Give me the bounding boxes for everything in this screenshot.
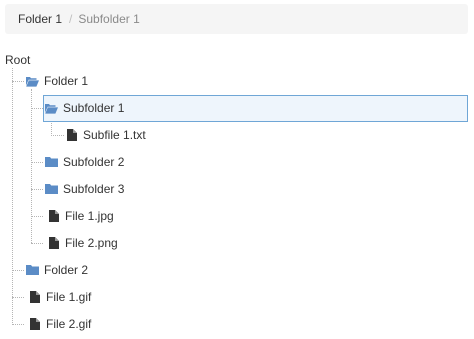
file-icon xyxy=(47,237,60,250)
tree-connector xyxy=(12,68,13,325)
tree-connector xyxy=(31,216,43,217)
file-icon xyxy=(47,210,60,223)
tree-node-label: Folder 1 xyxy=(44,74,89,88)
tree-node-subfolder-1[interactable]: Subfolder 1 xyxy=(45,97,124,119)
tree-connector xyxy=(31,162,43,163)
tree-node-label: Folder 2 xyxy=(44,263,89,277)
tree-node-file-2-png[interactable]: File 2.png xyxy=(47,232,118,254)
tree-connector xyxy=(12,297,24,298)
tree-connector xyxy=(31,89,32,243)
tree-node-label: Subfolder 2 xyxy=(63,155,125,169)
tree-connector xyxy=(31,243,43,244)
tree-node-label: File 2.gif xyxy=(46,317,92,331)
tree-node-file-2-gif[interactable]: File 2.gif xyxy=(28,313,91,335)
tree-node-label: File 1.gif xyxy=(46,290,92,304)
file-icon xyxy=(28,318,41,331)
file-icon xyxy=(65,129,78,142)
tree-node-label: Subfile 1.txt xyxy=(83,128,146,142)
tree-node-subfolder-2[interactable]: Subfolder 2 xyxy=(45,151,124,173)
tree-node-label: File 2.png xyxy=(65,236,118,250)
tree-connector xyxy=(12,81,24,82)
folder-icon xyxy=(26,264,39,277)
tree-connector xyxy=(12,324,24,325)
breadcrumb-item-folder-1[interactable]: Folder 1 xyxy=(18,12,62,26)
tree-node-folder-1[interactable]: Folder 1 xyxy=(26,70,88,92)
tree-connector xyxy=(31,189,43,190)
breadcrumb-item-subfolder-1: Subfolder 1 xyxy=(78,12,140,26)
tree-connector xyxy=(12,270,24,271)
breadcrumb-separator: / xyxy=(69,12,73,26)
tree-node-label: File 1.jpg xyxy=(65,209,114,223)
folder-icon xyxy=(45,183,58,196)
folder-open-icon xyxy=(45,102,58,115)
tree-node-folder-2[interactable]: Folder 2 xyxy=(26,259,88,281)
tree-node-label: Subfolder 1 xyxy=(63,101,125,115)
tree-node-subfolder-3[interactable]: Subfolder 3 xyxy=(45,178,124,200)
folder-icon xyxy=(45,156,58,169)
tree-connector xyxy=(51,135,64,136)
tree-connector xyxy=(31,108,43,109)
tree-root-label[interactable]: Root xyxy=(5,53,30,67)
file-icon xyxy=(28,291,41,304)
tree-node-label: Subfolder 3 xyxy=(63,182,125,196)
tree-node-file-1-gif[interactable]: File 1.gif xyxy=(28,286,91,308)
tree-node-subfile-1-txt[interactable]: Subfile 1.txt xyxy=(65,124,146,146)
folder-open-icon xyxy=(26,75,39,88)
tree-node-file-1-jpg[interactable]: File 1.jpg xyxy=(47,205,114,227)
breadcrumb: Folder 1 / Subfolder 1 xyxy=(5,4,468,34)
